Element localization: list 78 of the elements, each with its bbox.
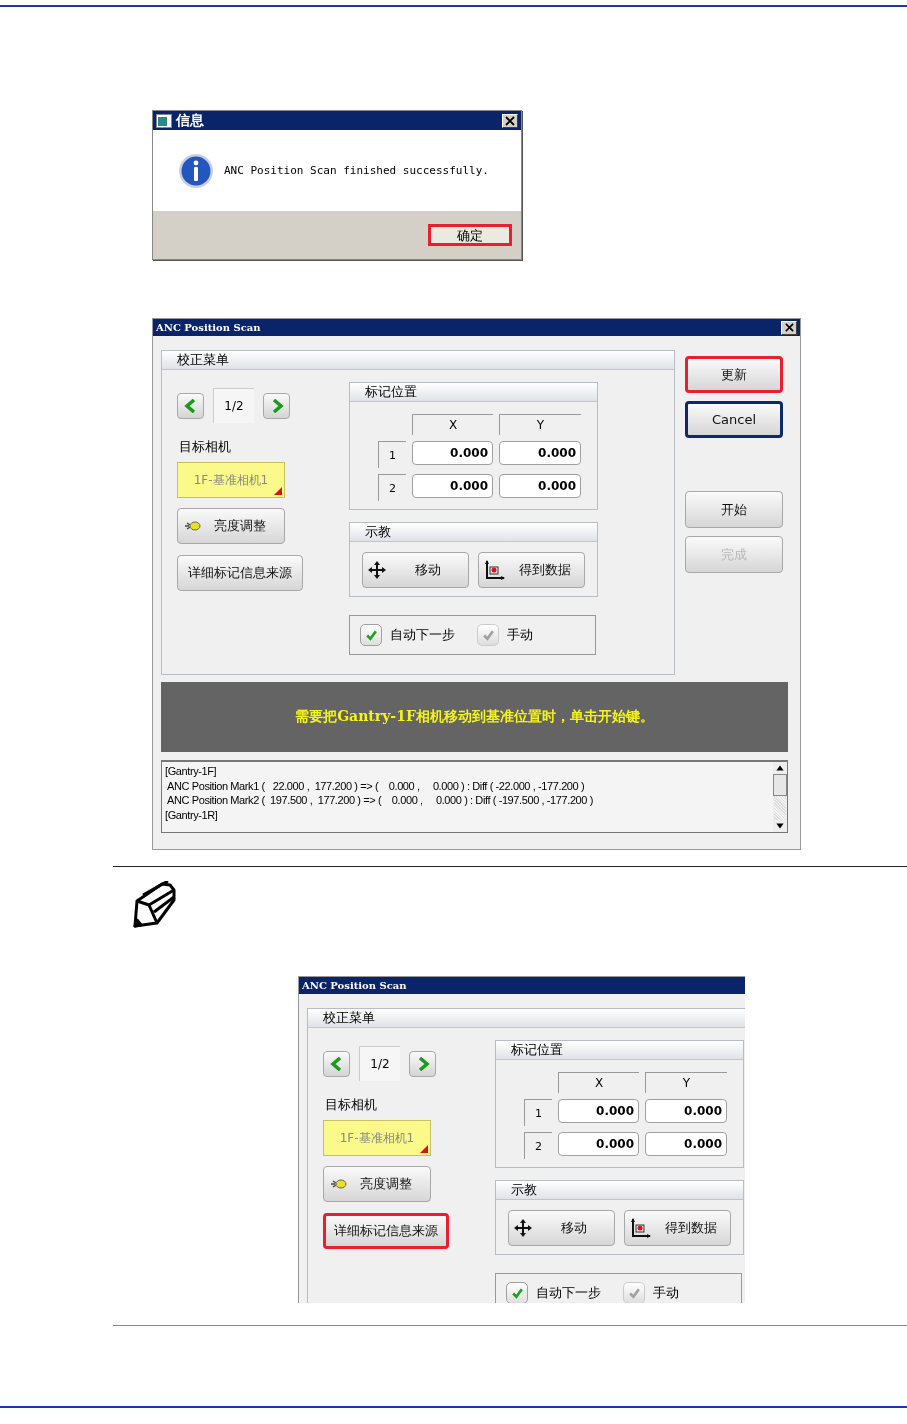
checkmark-icon: [510, 1286, 524, 1300]
message-text: ANC Position Scan finished successfully.: [224, 164, 489, 177]
axes-icon: [629, 1217, 651, 1239]
close-button[interactable]: [502, 113, 518, 128]
move-arrows-icon: [367, 560, 387, 580]
row-number: 2: [524, 1132, 552, 1159]
option-label: 自动下一步: [390, 626, 455, 644]
get-data-button[interactable]: 得到数据: [478, 552, 585, 588]
group-title: 示教: [365, 523, 391, 541]
brightness-button[interactable]: 亮度调整: [177, 508, 285, 544]
y-field[interactable]: 0.000: [645, 1132, 727, 1156]
detail-source-button[interactable]: 详细标记信息来源: [177, 555, 303, 591]
window-title: ANC Position Scan: [302, 980, 407, 991]
row-number: 1: [524, 1099, 552, 1126]
row-number: 1: [378, 441, 406, 468]
y-field[interactable]: 0.000: [499, 441, 581, 465]
x-field[interactable]: 0.000: [412, 474, 493, 498]
next-button[interactable]: [409, 1050, 436, 1077]
group-title: 校正菜单: [177, 351, 229, 369]
y-field[interactable]: 0.000: [499, 474, 581, 498]
x-field[interactable]: 0.000: [558, 1099, 639, 1123]
option-label: 手动: [507, 626, 533, 644]
log-line: ANC Position Mark2 ( 197.500 , 177.200 ) => ( 0.000 , 0.000 ) : Diff ( -197.500 , -177.200 ): [166, 793, 594, 808]
log-line: ANC Position Mark1 ( 22.000 , 177.200 ) => ( 0.000 , 0.000 ) : Diff ( -22.000 , -177.200 ): [166, 778, 586, 793]
instruction-text: 需要把Gantry-1F相机移动到基准位置时，单击开始键。: [295, 708, 654, 726]
info-icon: [178, 152, 214, 189]
log-line: [Gantry-1R]: [165, 807, 219, 822]
window-title: ANC Position Scan: [156, 322, 261, 333]
scrollbar[interactable]: [773, 762, 787, 832]
camera-label: 目标相机: [179, 438, 231, 456]
move-button[interactable]: 移动: [508, 1210, 615, 1246]
option-label: 自动下一步: [536, 1284, 601, 1302]
group-title: 标记位置: [365, 383, 417, 401]
window-icon: [156, 113, 172, 128]
previous-button[interactable]: [323, 1050, 350, 1077]
close-icon: [784, 323, 794, 332]
side-button[interactable]: 更新: [685, 356, 783, 393]
next-button[interactable]: [263, 392, 290, 419]
corner-triangle-icon: [274, 487, 282, 495]
side-button[interactable]: 开始: [685, 491, 783, 528]
bulb-icon: [330, 1178, 348, 1190]
y-field[interactable]: 0.000: [645, 1099, 727, 1123]
brightness-button[interactable]: 亮度调整: [323, 1166, 431, 1202]
x-field[interactable]: 0.000: [412, 441, 493, 465]
row-number: 2: [378, 474, 406, 501]
column-header: X: [412, 414, 493, 435]
page-indicator: 1/2: [213, 388, 254, 423]
group-title: 校正菜单: [323, 1009, 375, 1027]
column-header: X: [558, 1072, 639, 1093]
chevron-left-icon: [329, 1056, 344, 1071]
group-title: 标记位置: [511, 1041, 563, 1059]
corner-triangle-icon: [420, 1145, 428, 1153]
column-header: Y: [499, 414, 581, 435]
get-data-button[interactable]: 得到数据: [624, 1210, 731, 1246]
checkmark-icon: [481, 628, 495, 642]
ok-button[interactable]: 确定: [428, 224, 512, 246]
page-indicator: 1/2: [359, 1046, 400, 1081]
camera-label: 目标相机: [325, 1096, 377, 1114]
previous-button[interactable]: [177, 392, 204, 419]
close-button[interactable]: [781, 320, 797, 335]
window-title: 信息: [176, 111, 205, 130]
x-field[interactable]: 0.000: [558, 1132, 639, 1156]
column-header: Y: [645, 1072, 727, 1093]
checkbox[interactable]: [506, 1282, 528, 1303]
log-line: [Gantry-1F]: [165, 764, 218, 779]
detail-source-button[interactable]: 详细标记信息来源: [323, 1213, 449, 1249]
move-arrows-icon: [513, 1218, 533, 1238]
side-button[interactable]: Cancel: [685, 401, 783, 438]
chevron-left-icon: [183, 398, 198, 413]
close-icon: [505, 115, 515, 126]
checkbox[interactable]: [360, 624, 382, 646]
checkmark-icon: [627, 1286, 641, 1300]
move-button[interactable]: 移动: [362, 552, 469, 588]
group-title: 示教: [511, 1181, 537, 1199]
axes-icon: [483, 559, 505, 581]
bulb-icon: [184, 520, 202, 532]
option-label: 手动: [653, 1284, 679, 1302]
checkmark-icon: [364, 628, 378, 642]
